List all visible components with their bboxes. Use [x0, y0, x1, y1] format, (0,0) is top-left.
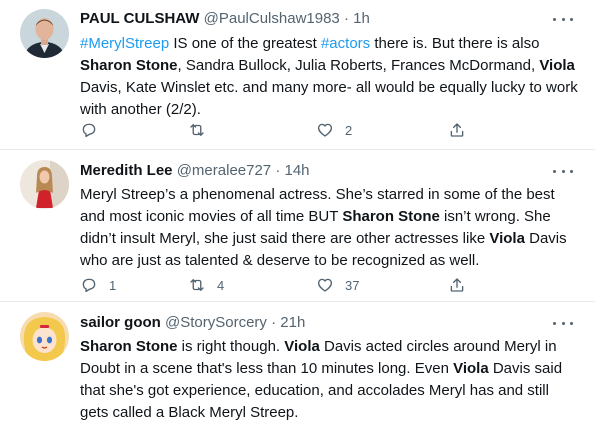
like-button[interactable]: 2	[316, 120, 352, 140]
more-icon[interactable]	[553, 315, 573, 331]
tweet[interactable]: Meredith Lee @meralee727 · 14h Meryl Str…	[0, 150, 595, 302]
timestamp[interactable]: 14h	[285, 162, 310, 179]
timestamp[interactable]: 1h	[353, 10, 370, 27]
reply-icon	[82, 278, 96, 293]
text-segment: , Sandra Bullock, Julia Roberts, Frances…	[177, 57, 540, 74]
reply-icon	[82, 123, 96, 138]
share-icon	[450, 123, 464, 137]
separator-dot: ·	[271, 314, 277, 331]
tweet-actions: 1 4 37	[80, 275, 560, 295]
highlighted-term: Viola	[284, 338, 320, 355]
tweet[interactable]: PAUL CULSHAW @PaulCulshaw1983 · 1h #Mery…	[0, 0, 595, 150]
tweet-actions: 2	[80, 120, 560, 140]
handle[interactable]: @meralee727	[177, 162, 271, 179]
tweet-feed: PAUL CULSHAW @PaulCulshaw1983 · 1h #Mery…	[0, 0, 595, 422]
highlighted-term: Viola	[539, 57, 575, 74]
tweet[interactable]: sailor goon @StorySorcery · 21h Sharon S…	[0, 302, 595, 422]
text-segment: is right though.	[177, 338, 285, 355]
retweet-button[interactable]: 4	[188, 275, 224, 295]
avatar[interactable]	[20, 160, 69, 209]
reply-count: 1	[109, 277, 117, 293]
hashtag-link[interactable]: #MerylStreep	[80, 35, 169, 52]
avatar[interactable]	[20, 312, 69, 361]
like-count: 37	[345, 277, 360, 293]
handle[interactable]: @StorySorcery	[165, 314, 267, 331]
retweet-count: 4	[217, 277, 225, 293]
tweet-text: #MerylStreep IS one of the greatest #act…	[80, 33, 580, 121]
tweet-header: sailor goon @StorySorcery · 21h	[80, 313, 555, 333]
retweet-icon	[190, 124, 204, 136]
highlighted-term: Sharon Stone	[80, 57, 178, 74]
timestamp[interactable]: 21h	[280, 314, 305, 331]
avatar[interactable]	[20, 9, 69, 58]
more-icon[interactable]	[553, 11, 573, 27]
reply-button[interactable]	[80, 120, 109, 140]
tweet-text: Meryl Streep’s a phenomenal actress. She…	[80, 184, 580, 272]
share-button[interactable]	[448, 275, 466, 295]
more-icon[interactable]	[553, 163, 573, 179]
retweet-button[interactable]	[188, 120, 217, 140]
highlighted-term: Viola	[489, 230, 525, 247]
highlighted-term: Sharon Stone	[342, 208, 440, 225]
display-name[interactable]: PAUL CULSHAW	[80, 10, 199, 27]
handle[interactable]: @PaulCulshaw1983	[204, 10, 340, 27]
like-button[interactable]: 37	[316, 275, 359, 295]
like-count: 2	[345, 122, 353, 138]
retweet-icon	[190, 279, 204, 291]
separator-dot: ·	[343, 10, 349, 27]
heart-icon	[317, 278, 333, 292]
heart-icon	[317, 123, 333, 137]
tweet-header: PAUL CULSHAW @PaulCulshaw1983 · 1h	[80, 9, 555, 29]
text-segment: Davis, Kate Winslet etc. and many more- …	[80, 79, 578, 118]
text-segment: IS one of the greatest	[169, 35, 321, 52]
reply-button[interactable]: 1	[80, 275, 116, 295]
separator-dot: ·	[275, 162, 281, 179]
tweet-header: Meredith Lee @meralee727 · 14h	[80, 161, 555, 181]
share-button[interactable]	[448, 120, 466, 140]
highlighted-term: Sharon Stone	[80, 338, 178, 355]
highlighted-term: Viola	[453, 360, 489, 377]
share-icon	[450, 278, 464, 292]
text-segment: there is. But there is also	[370, 35, 540, 52]
tweet-text: Sharon Stone is right though. Viola Davi…	[80, 336, 580, 422]
display-name[interactable]: sailor goon	[80, 314, 161, 331]
hashtag-link[interactable]: #actors	[321, 35, 370, 52]
display-name[interactable]: Meredith Lee	[80, 162, 173, 179]
